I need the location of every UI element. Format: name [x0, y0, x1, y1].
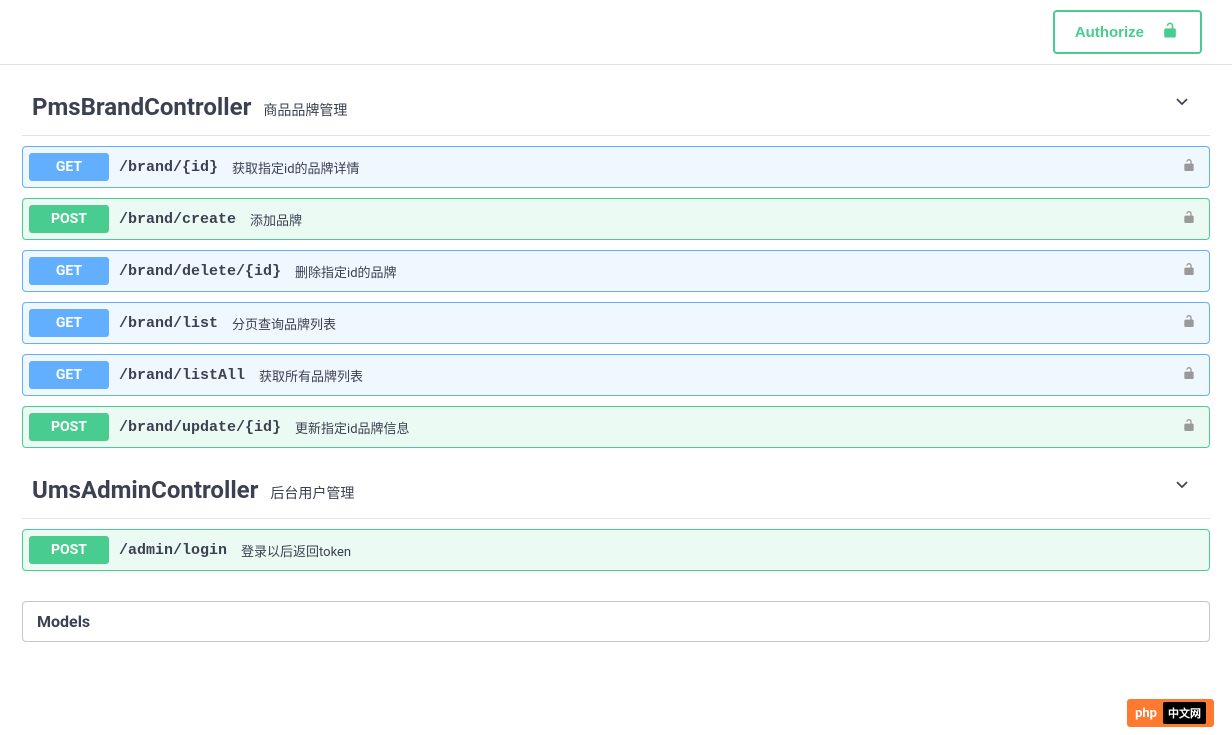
topbar: Authorize	[0, 0, 1232, 65]
operation-path: /brand/{id}	[119, 159, 218, 176]
controller-header[interactable]: PmsBrandController 商品品牌管理	[22, 65, 1210, 136]
models-section[interactable]: Models	[22, 601, 1210, 642]
operation-row[interactable]: GET/brand/delete/{id} 删除指定id的品牌	[22, 250, 1210, 292]
method-badge: GET	[29, 257, 109, 285]
authorize-button[interactable]: Authorize	[1053, 10, 1202, 54]
operation-summary: 添加品牌	[250, 210, 302, 229]
operation-summary: 获取所有品牌列表	[259, 366, 363, 385]
badge-text: php	[1135, 706, 1157, 721]
operation-row[interactable]: POST/brand/create 添加品牌	[22, 198, 1210, 240]
operation-summary: 删除指定id的品牌	[295, 262, 397, 281]
operation-row[interactable]: POST/admin/login 登录以后返回token	[22, 529, 1210, 571]
chevron-down-icon	[1172, 475, 1192, 499]
chevron-down-icon	[1172, 92, 1192, 116]
method-badge: GET	[29, 361, 109, 389]
lock-open-icon	[1160, 20, 1180, 44]
models-label: Models	[37, 612, 90, 631]
method-badge: GET	[29, 309, 109, 337]
method-badge: POST	[29, 205, 109, 233]
operation-path: /brand/create	[119, 211, 236, 228]
operation-path: /brand/listAll	[119, 367, 245, 384]
operation-row[interactable]: GET/brand/listAll 获取所有品牌列表	[22, 354, 1210, 396]
operation-row[interactable]: POST/brand/update/{id} 更新指定id品牌信息	[22, 406, 1210, 448]
controller-header[interactable]: UmsAdminController 后台用户管理	[22, 448, 1210, 519]
lock-icon	[1181, 416, 1197, 438]
lock-icon	[1181, 312, 1197, 334]
operation-summary: 分页查询品牌列表	[232, 314, 336, 333]
lock-icon	[1181, 260, 1197, 282]
operation-path: /admin/login	[119, 542, 227, 559]
controller-desc: 商品品牌管理	[263, 100, 347, 120]
content: PmsBrandController 商品品牌管理 GET/brand/{id} 获取…	[0, 65, 1232, 642]
lock-icon	[1181, 208, 1197, 230]
operation-path: /brand/delete/{id}	[119, 263, 281, 280]
controller-name: PmsBrandController	[32, 93, 251, 121]
operation-path: /brand/list	[119, 315, 218, 332]
lock-icon	[1181, 156, 1197, 178]
badge-tail: 中文网	[1163, 702, 1206, 724]
operation-summary: 登录以后返回token	[241, 541, 351, 560]
operation-row[interactable]: GET/brand/{id} 获取指定id的品牌详情	[22, 146, 1210, 188]
operation-path: /brand/update/{id}	[119, 419, 281, 436]
operation-summary: 更新指定id品牌信息	[295, 418, 410, 437]
authorize-label: Authorize	[1075, 24, 1144, 41]
site-badge: php 中文网	[1127, 699, 1214, 727]
lock-icon	[1181, 364, 1197, 386]
controller-desc: 后台用户管理	[270, 483, 354, 503]
method-badge: POST	[29, 413, 109, 441]
method-badge: GET	[29, 153, 109, 181]
operation-summary: 获取指定id的品牌详情	[232, 158, 360, 177]
operation-row[interactable]: GET/brand/list 分页查询品牌列表	[22, 302, 1210, 344]
method-badge: POST	[29, 536, 109, 564]
controller-name: UmsAdminController	[32, 476, 258, 504]
